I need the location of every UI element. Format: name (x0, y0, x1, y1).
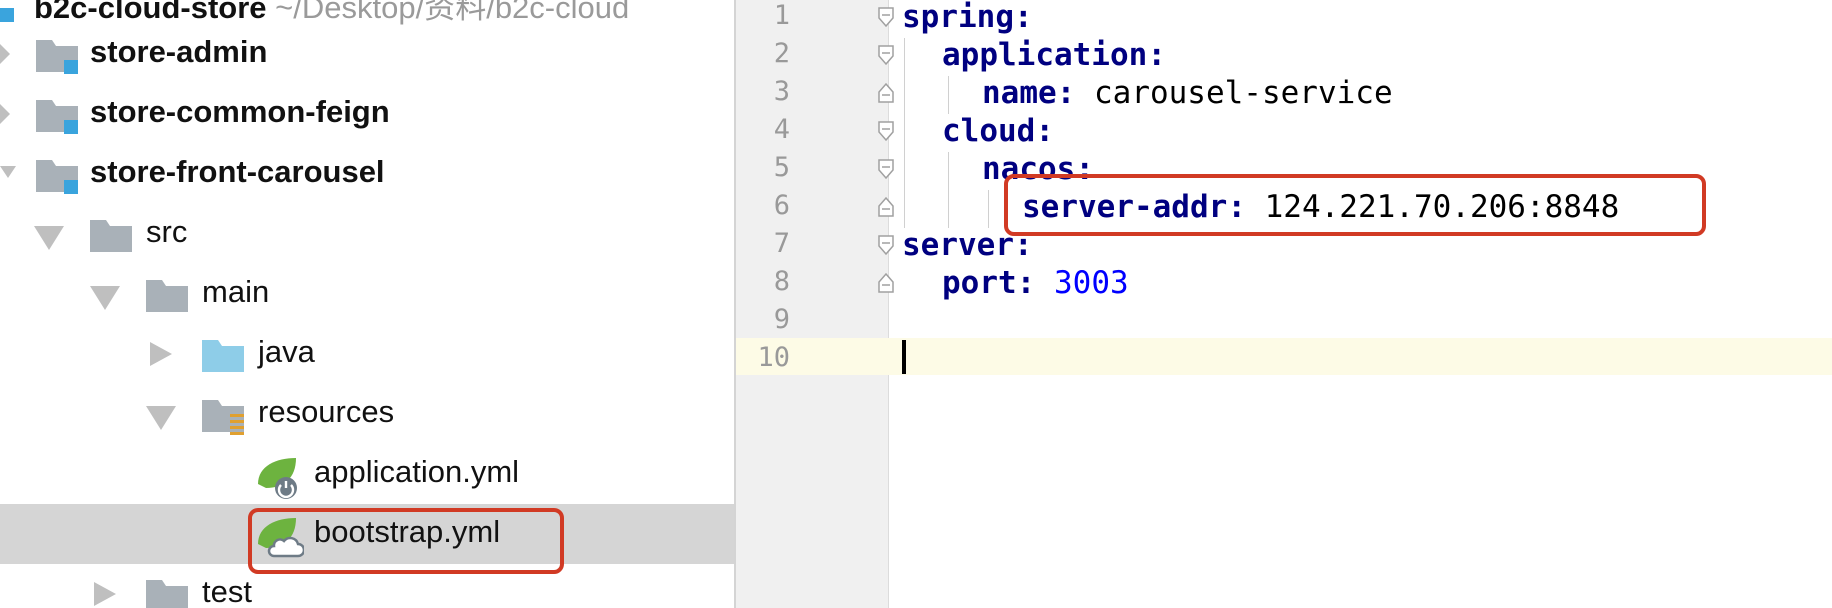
tree-item-label: application.yml (314, 454, 520, 489)
tree-item-label: src (146, 214, 188, 249)
indent-guide (948, 76, 949, 114)
tree-item-java[interactable]: java (0, 324, 734, 384)
code-line-2: application: (942, 37, 1166, 73)
tree-item-src[interactable]: src (0, 204, 734, 264)
yaml-key: name (982, 75, 1057, 111)
code-line-1: spring: (902, 0, 1033, 35)
collapse-arrow-icon[interactable] (146, 406, 176, 430)
module-folder-icon (36, 40, 78, 74)
line-number: 2 (773, 38, 790, 69)
yaml-separator: : (1147, 37, 1166, 73)
yaml-key: spring (902, 0, 1014, 35)
spring-config-icon (258, 458, 297, 499)
tree-item-resources[interactable]: resources (0, 384, 734, 444)
collapse-arrow-icon[interactable] (90, 286, 120, 310)
current-line-highlight (736, 338, 1832, 375)
tree-item-label: test (202, 574, 252, 608)
line-number: 7 (773, 228, 790, 259)
yaml-key: port (942, 265, 1017, 301)
expand-arrow-icon[interactable] (94, 582, 116, 606)
tree-item-label: main (202, 274, 270, 309)
folder-icon (146, 580, 188, 608)
tree-item-store-front-carousel[interactable]: store-front-carousel (0, 144, 734, 204)
line-number: 3 (773, 76, 790, 107)
tree-item-label: store-admin (90, 34, 268, 69)
yaml-separator: : (1013, 0, 1033, 35)
tree-item-label: resources (258, 394, 395, 429)
module-folder-icon (36, 160, 78, 194)
yaml-separator: : (1056, 75, 1076, 111)
code-line-3: name: carousel-service (982, 75, 1393, 111)
indent-guide (948, 152, 949, 228)
fold-open-icon[interactable] (876, 6, 896, 28)
indent-guide (904, 38, 905, 114)
tree-item-test[interactable]: test (0, 564, 734, 608)
yaml-key: server (902, 227, 1014, 263)
collapse-arrow-icon[interactable] (34, 226, 64, 250)
line-number: 8 (773, 266, 790, 297)
yaml-key: application (942, 37, 1148, 73)
folder-icon (90, 220, 132, 252)
line-number: 9 (773, 304, 790, 335)
line-number: 4 (773, 114, 790, 145)
indent-guide (904, 114, 905, 228)
root-module-path: ~/Desktop/资料/b2c-cloud (275, 0, 630, 25)
line-number: 1 (773, 0, 790, 31)
code-line-4: cloud: (942, 113, 1054, 149)
project-tree: b2c-cloud-store ~/Desktop/资料/b2c-cloud s… (0, 0, 736, 608)
expand-arrow-icon[interactable] (0, 104, 10, 124)
code-line-8: port: 3003 (942, 265, 1129, 301)
fold-end-icon[interactable] (876, 272, 896, 294)
tree-item-store-admin[interactable]: store-admin (0, 24, 734, 84)
tree-item-label: java (258, 334, 315, 369)
tree-root-label: b2c-cloud-store ~/Desktop/资料/b2c-cloud (34, 0, 629, 27)
line-number: 10 (757, 342, 790, 373)
source-folder-icon (202, 340, 244, 372)
root-module-name: b2c-cloud-store (34, 0, 267, 25)
server-addr-highlight-box (1004, 174, 1706, 236)
line-number: 5 (773, 152, 790, 183)
yaml-separator: : (1016, 265, 1036, 301)
line-number: 6 (773, 190, 790, 221)
text-caret (902, 340, 906, 374)
resources-folder-icon (202, 400, 244, 435)
fold-open-icon[interactable] (876, 120, 896, 142)
indent-guide (988, 190, 989, 228)
yaml-separator: : (1035, 113, 1054, 149)
yaml-key: cloud (942, 113, 1036, 149)
expand-arrow-icon[interactable] (150, 342, 172, 366)
tree-item-label: store-front-carousel (90, 154, 385, 189)
fold-open-icon[interactable] (876, 158, 896, 180)
fold-open-icon[interactable] (876, 234, 896, 256)
fold-end-icon[interactable] (876, 196, 896, 218)
folder-icon (146, 280, 188, 312)
yaml-value: carousel-service (1075, 75, 1393, 111)
tree-item-main[interactable]: main (0, 264, 734, 324)
tree-item-store-common-feign[interactable]: store-common-feign (0, 84, 734, 144)
tree-item-label: store-common-feign (90, 94, 390, 129)
expand-arrow-icon[interactable] (0, 44, 10, 64)
tree-item-application-yml[interactable]: application.yml (0, 444, 734, 504)
module-folder-icon (0, 8, 14, 22)
module-folder-icon (36, 100, 78, 134)
collapse-arrow-icon[interactable] (0, 166, 16, 178)
fold-end-icon[interactable] (876, 82, 896, 104)
fold-open-icon[interactable] (876, 44, 896, 66)
yaml-number-value: 3003 (1035, 265, 1129, 301)
